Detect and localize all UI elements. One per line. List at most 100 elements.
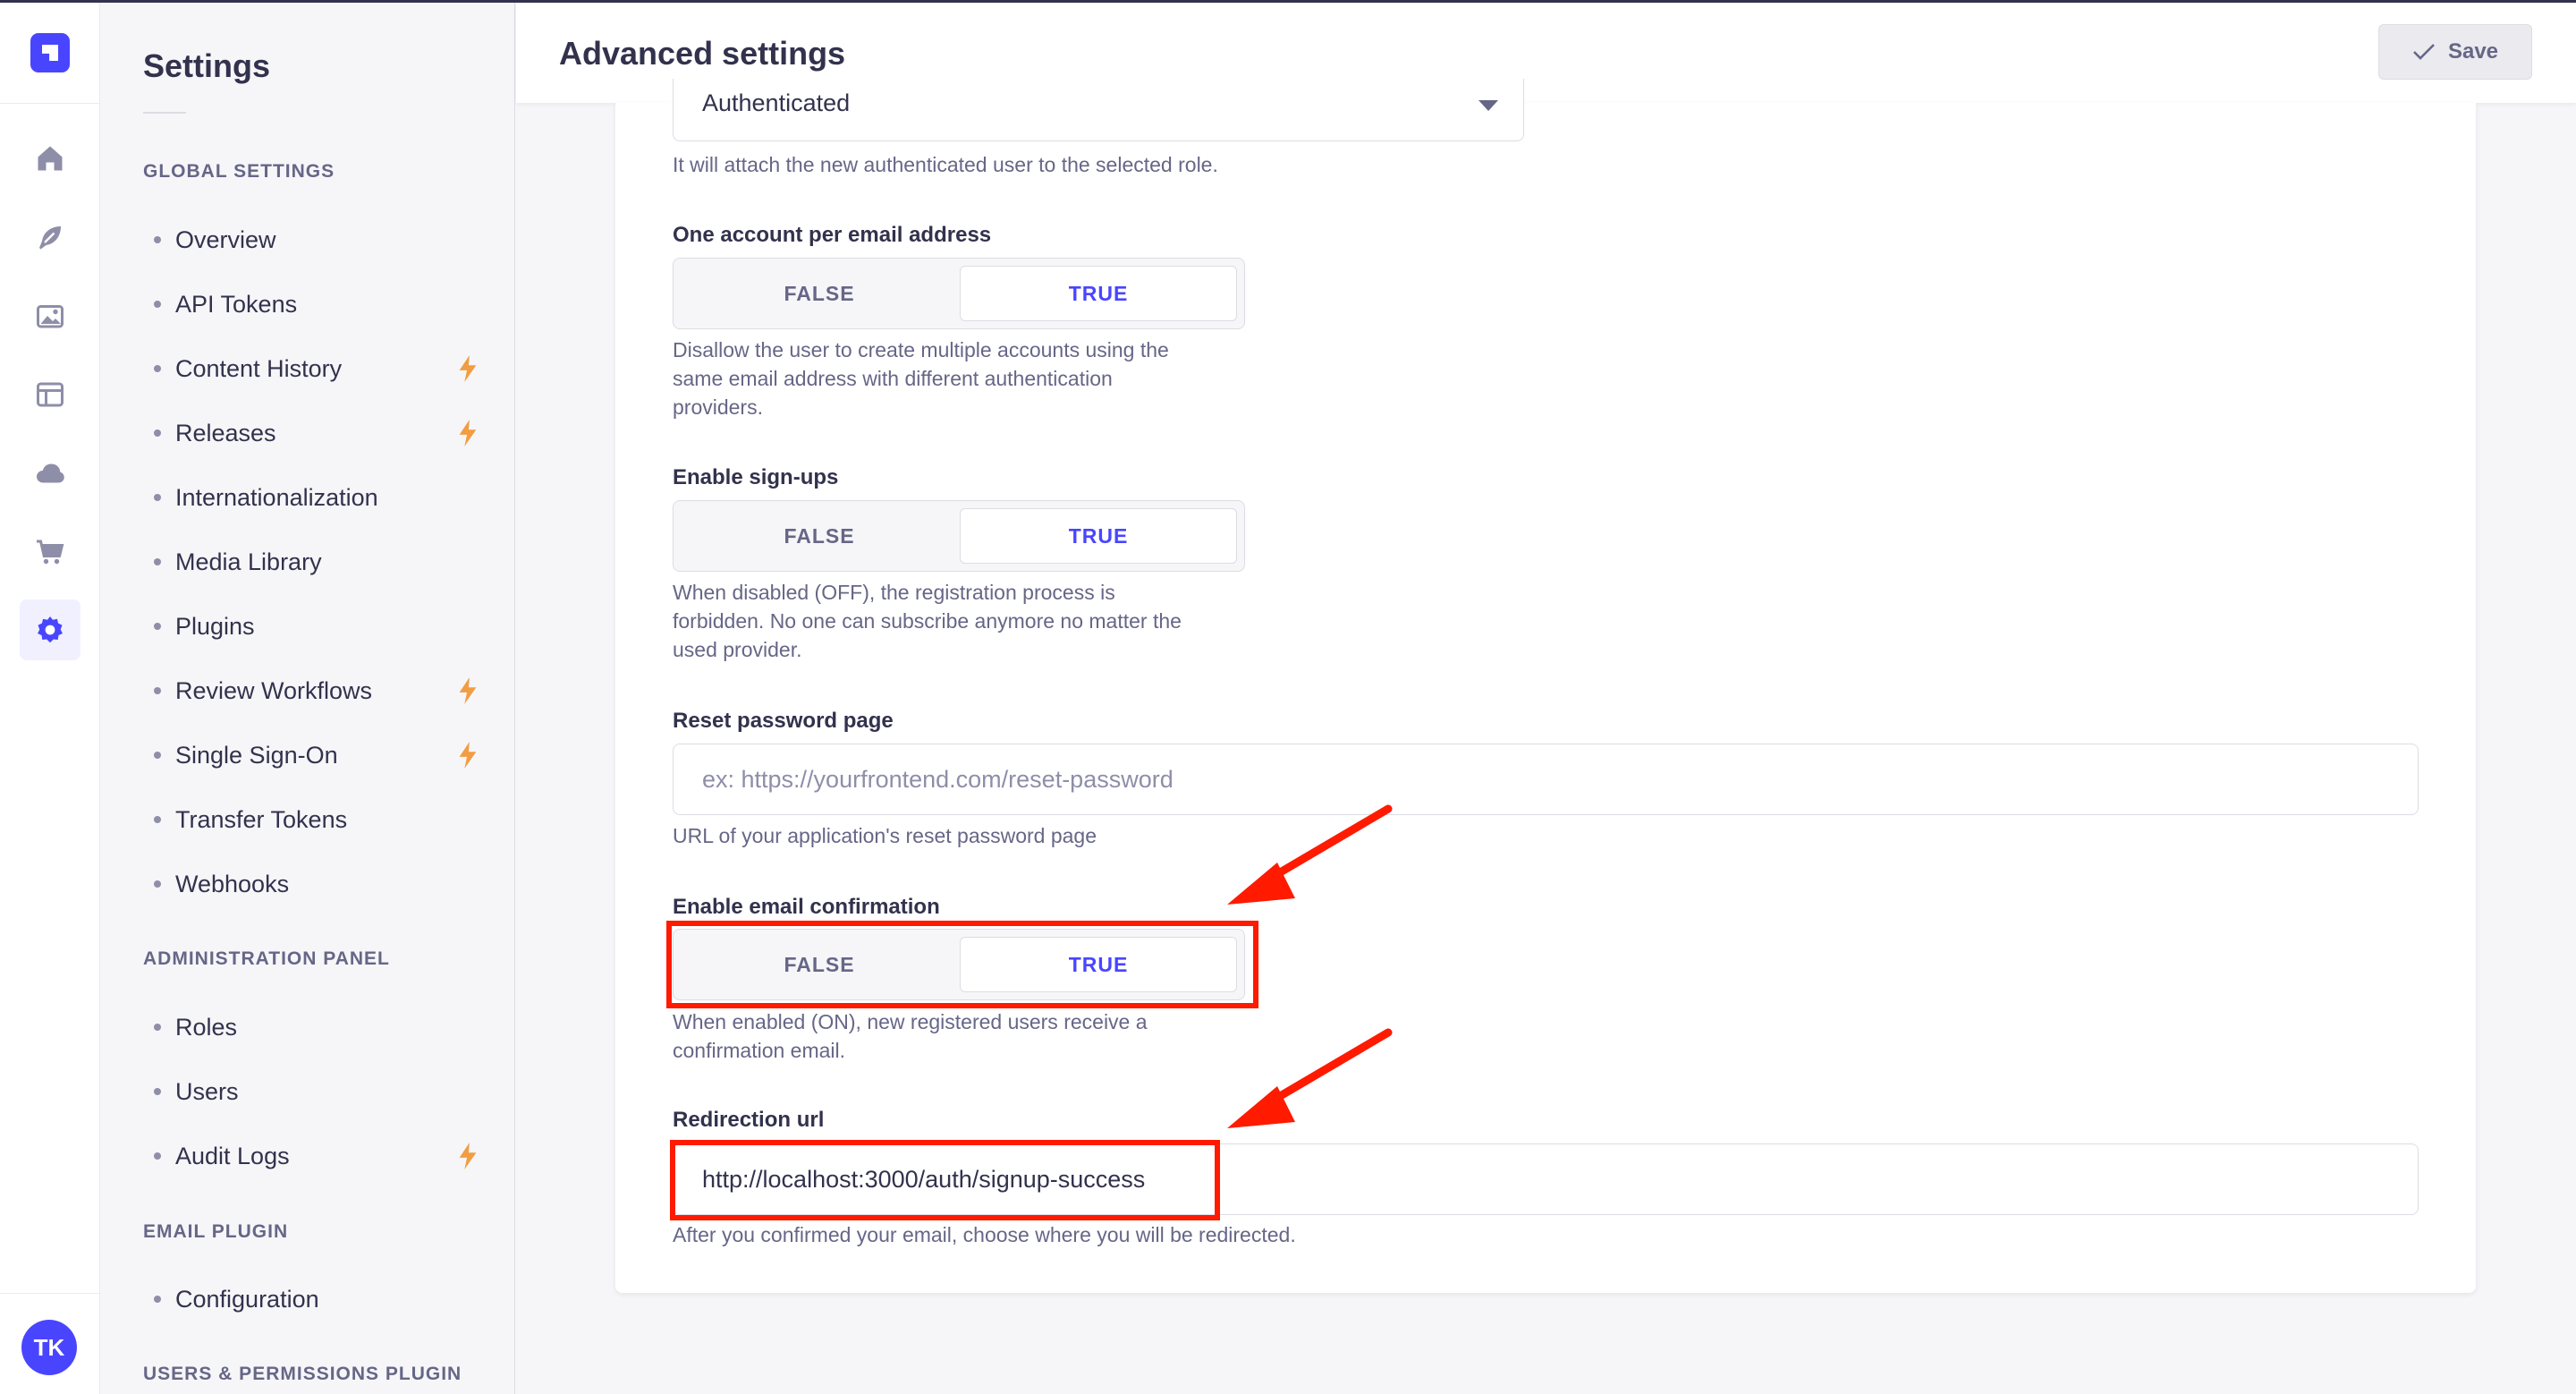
- reset-password-input[interactable]: ex: https://yourfrontend.com/reset-passw…: [673, 744, 2419, 815]
- home-icon[interactable]: [29, 137, 72, 180]
- subnav-item-label: Single Sign-On: [175, 741, 338, 769]
- lightning-bolt-icon: [459, 742, 477, 769]
- settings-title: Settings: [143, 47, 271, 84]
- subnav-item-media-library[interactable]: Media Library: [154, 544, 494, 580]
- settings-sub-nav: Settings GLOBAL SETTINGS Overview API To…: [100, 3, 515, 1394]
- settings-gear-icon[interactable]: [20, 599, 80, 660]
- bullet-dot: [154, 365, 161, 372]
- email-confirmation-hint: When enabled (ON), new registered users …: [673, 1007, 1148, 1065]
- hint-line: confirmation email.: [673, 1039, 846, 1062]
- annotation-arrow-icon: [1227, 1028, 1393, 1128]
- lightning-bolt-icon: [459, 677, 477, 704]
- subnav-item-label: Users: [175, 1077, 239, 1105]
- email-confirmation-label: Enable email confirmation: [673, 895, 940, 919]
- lightning-bolt-icon: [459, 1143, 477, 1169]
- subnav-item-label: Content History: [175, 354, 343, 382]
- bullet-dot: [154, 1152, 161, 1160]
- subnav-item-overview[interactable]: Overview: [154, 222, 494, 258]
- subnav-item-releases[interactable]: Releases: [154, 415, 494, 451]
- marketplace-cart-icon[interactable]: [29, 531, 72, 574]
- subnav-item-label: API Tokens: [175, 290, 298, 318]
- email-confirmation-highlight-box: [666, 921, 1258, 1008]
- caret-down-icon: [1479, 100, 1498, 111]
- bullet-dot: [154, 752, 161, 759]
- toggle-false-option[interactable]: FALSE: [681, 508, 958, 564]
- subnav-item-review-workflows[interactable]: Review Workflows: [154, 673, 494, 709]
- bullet-dot: [154, 816, 161, 823]
- lightning-bolt-icon: [459, 420, 477, 446]
- default-role-value: Authenticated: [702, 89, 851, 116]
- hint-line: same email address with different authen…: [673, 367, 1113, 390]
- strapi-logo[interactable]: [30, 33, 70, 72]
- reset-password-label: Reset password page: [673, 709, 894, 733]
- hint-line: used provider.: [673, 638, 802, 661]
- subnav-item-label: Media Library: [175, 548, 322, 575]
- hint-line: providers.: [673, 395, 763, 419]
- redirection-url-hint: After you confirmed your email, choose w…: [673, 1223, 1296, 1246]
- annotation-arrow-icon: [1227, 804, 1393, 905]
- save-button-label: Save: [2447, 39, 2499, 64]
- sign-ups-hint: When disabled (OFF), the registration pr…: [673, 578, 1182, 664]
- bullet-dot: [154, 494, 161, 501]
- default-role-hint: It will attach the new authenticated use…: [673, 153, 1218, 176]
- one-account-toggle: FALSE TRUE: [673, 258, 1245, 329]
- hint-line: Disallow the user to create multiple acc…: [673, 338, 1169, 361]
- bullet-dot: [154, 687, 161, 694]
- hint-line: forbidden. No one can subscribe anymore …: [673, 609, 1182, 633]
- bullet-dot: [154, 1024, 161, 1031]
- one-account-label: One account per email address: [673, 223, 992, 247]
- layout-icon[interactable]: [29, 373, 72, 416]
- toggle-true-option[interactable]: TRUE: [960, 266, 1237, 321]
- sign-ups-label: Enable sign-ups: [673, 465, 839, 489]
- section-heading-admin: ADMINISTRATION PANEL: [143, 948, 390, 969]
- rail-divider: [0, 103, 100, 104]
- subnav-item-api-tokens[interactable]: API Tokens: [154, 286, 494, 322]
- subnav-item-label: Overview: [175, 225, 276, 253]
- media-library-icon[interactable]: [29, 294, 72, 337]
- subnav-item-label: Internationalization: [175, 483, 378, 511]
- subnav-item-label: Audit Logs: [175, 1142, 290, 1169]
- subnav-item-label: Plugins: [175, 612, 255, 640]
- reset-password-hint: URL of your application's reset password…: [673, 824, 1097, 847]
- bullet-dot: [154, 429, 161, 437]
- subnav-item-users[interactable]: Users: [154, 1074, 494, 1109]
- cloud-icon[interactable]: [29, 452, 72, 495]
- subnav-item-plugins[interactable]: Plugins: [154, 608, 494, 644]
- rail-divider-bottom: [0, 1293, 100, 1294]
- user-avatar[interactable]: TK: [21, 1320, 77, 1375]
- toggle-false-option[interactable]: FALSE: [681, 266, 958, 321]
- bullet-dot: [154, 236, 161, 243]
- sign-ups-toggle: FALSE TRUE: [673, 500, 1245, 572]
- section-heading-users-permissions: USERS & PERMISSIONS PLUGIN: [143, 1364, 462, 1384]
- one-account-hint: Disallow the user to create multiple acc…: [673, 336, 1169, 421]
- subnav-item-label: Releases: [175, 419, 276, 446]
- section-heading-global: GLOBAL SETTINGS: [143, 161, 335, 182]
- subnav-item-roles[interactable]: Roles: [154, 1009, 494, 1045]
- default-role-select[interactable]: Authenticated: [673, 79, 1524, 141]
- subnav-item-label: Review Workflows: [175, 676, 373, 704]
- check-icon: [2413, 44, 2435, 60]
- subnav-item-label: Transfer Tokens: [175, 805, 348, 833]
- subnav-item-audit-logs[interactable]: Audit Logs: [154, 1138, 494, 1174]
- main-nav-rail: TK: [0, 3, 100, 1394]
- section-heading-email: EMAIL PLUGIN: [143, 1221, 289, 1242]
- page-title: Advanced settings: [559, 35, 846, 72]
- redirection-url-label: Redirection url: [673, 1108, 825, 1132]
- content-type-builder-icon[interactable]: [29, 216, 72, 259]
- subnav-item-label: Configuration: [175, 1285, 319, 1313]
- subnav-item-single-sign-on[interactable]: Single Sign-On: [154, 737, 494, 773]
- subnav-item-configuration[interactable]: Configuration: [154, 1281, 494, 1317]
- bullet-dot: [154, 880, 161, 888]
- title-divider: [143, 112, 186, 114]
- bullet-dot: [154, 558, 161, 565]
- subnav-item-webhooks[interactable]: Webhooks: [154, 866, 494, 902]
- save-button[interactable]: Save: [2378, 24, 2532, 80]
- hint-line: When enabled (ON), new registered users …: [673, 1010, 1148, 1033]
- bullet-dot: [154, 1088, 161, 1095]
- subnav-item-internationalization[interactable]: Internationalization: [154, 480, 494, 515]
- lightning-bolt-icon: [459, 355, 477, 382]
- bullet-dot: [154, 1296, 161, 1303]
- toggle-true-option[interactable]: TRUE: [960, 508, 1237, 564]
- subnav-item-content-history[interactable]: Content History: [154, 351, 494, 387]
- subnav-item-transfer-tokens[interactable]: Transfer Tokens: [154, 802, 494, 837]
